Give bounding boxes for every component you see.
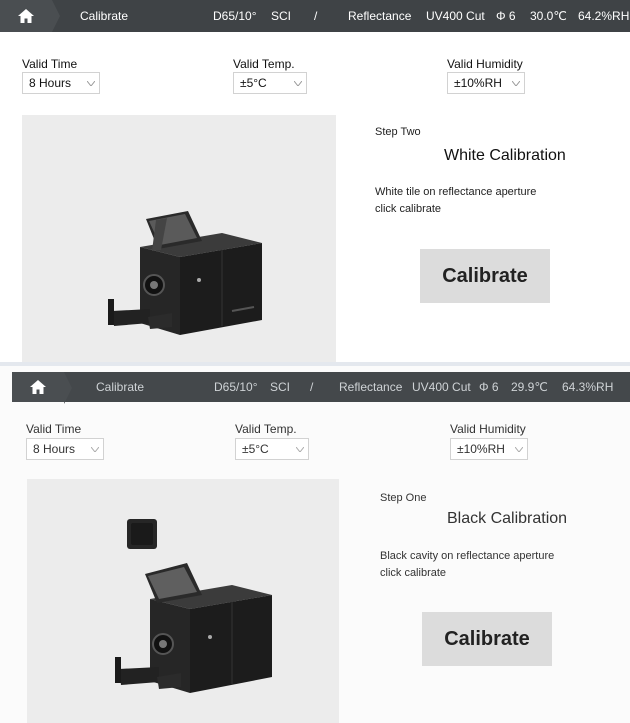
illuminant-setting[interactable]: D65/10°	[213, 0, 257, 32]
measure-type-setting[interactable]: Reflectance	[348, 0, 411, 32]
valid-time-value: 8 Hours	[29, 76, 72, 90]
valid-temp-value: ±5°C	[240, 76, 267, 90]
aperture-setting[interactable]: Φ 6	[496, 0, 516, 32]
uv-filter-setting[interactable]: UV400 Cut	[412, 372, 471, 402]
instrument-image	[27, 479, 339, 723]
valid-time-value: 8 Hours	[33, 442, 76, 456]
step-title: Black Calibration	[447, 510, 568, 527]
measure-type-setting[interactable]: Reflectance	[339, 372, 402, 402]
top-status-bar: Calibrate D65/10° SCI / Reflectance UV40…	[0, 0, 630, 32]
valid-humidity-select[interactable]: ±10%RH	[447, 72, 525, 94]
valid-temp-select[interactable]: ±5°C	[235, 438, 309, 460]
humidity-readout: 64.3%RH	[562, 380, 614, 394]
mode-setting[interactable]: SCI	[270, 372, 290, 402]
valid-humidity-label: Valid Humidity	[450, 422, 526, 436]
instruction-line-2: click calibrate	[375, 203, 442, 215]
instruction-line-1: Black cavity on reflectance aperture	[380, 550, 555, 562]
calibrate-button[interactable]: Calibrate	[422, 612, 552, 666]
valid-temp-label: Valid Temp.	[233, 57, 295, 71]
step-label: Step Two	[375, 126, 421, 138]
chevron-down-icon	[290, 80, 306, 86]
valid-humidity-select[interactable]: ±10%RH	[450, 438, 528, 460]
valid-time-select[interactable]: 8 Hours	[26, 438, 104, 460]
valid-temp-select[interactable]: ±5°C	[233, 72, 307, 94]
valid-temp-label: Valid Temp.	[235, 422, 297, 436]
instruction-line-1: White tile on reflectance aperture	[375, 186, 537, 198]
illuminant-setting[interactable]: D65/10°	[214, 372, 258, 402]
home-icon	[18, 9, 34, 23]
spectrophotometer-illustration	[108, 211, 262, 335]
valid-humidity-value: ±10%RH	[454, 76, 502, 90]
separator: /	[310, 380, 314, 394]
valid-humidity-value: ±10%RH	[457, 442, 505, 456]
chevron-down-icon	[292, 446, 308, 452]
chevron-down-icon	[511, 446, 527, 452]
step-label: Step One	[380, 492, 427, 504]
valid-humidity-label: Valid Humidity	[447, 57, 523, 71]
black-cavity-image	[127, 519, 157, 549]
valid-time-label: Valid Time	[26, 422, 82, 436]
step-title: White Calibration	[444, 147, 566, 164]
home-button[interactable]	[12, 372, 72, 404]
screen-title: Calibrate	[80, 9, 129, 23]
valid-time-label: Valid Time	[22, 57, 78, 71]
mode-setting[interactable]: SCI	[271, 0, 291, 32]
calibration-screen-white: Calibrate D65/10° SCI / Reflectance UV40…	[0, 0, 630, 362]
home-icon	[30, 380, 46, 394]
temperature-readout: 29.9℃	[511, 380, 548, 394]
screen-title: Calibrate	[96, 380, 145, 394]
separator: /	[314, 9, 318, 23]
calibrate-button[interactable]: Calibrate	[420, 249, 550, 303]
calibration-screen-black: Calibrate D65/10° SCI / Reflectance UV40…	[0, 366, 630, 723]
aperture-setting[interactable]: Φ 6	[479, 372, 499, 402]
chevron-down-icon	[87, 446, 103, 452]
chevron-down-icon	[508, 80, 524, 86]
chevron-down-icon	[83, 80, 99, 86]
home-button[interactable]	[0, 0, 60, 32]
valid-time-select[interactable]: 8 Hours	[22, 72, 100, 94]
uv-filter-setting[interactable]: UV400 Cut	[426, 0, 485, 32]
valid-temp-value: ±5°C	[242, 442, 269, 456]
instruction-line-2: click calibrate	[380, 567, 447, 579]
top-status-bar: Calibrate D65/10° SCI / Reflectance UV40…	[12, 372, 630, 404]
humidity-readout: 64.2%RH	[578, 9, 630, 23]
spectrophotometer-illustration	[115, 519, 272, 693]
temperature-readout: 30.0℃	[530, 9, 567, 23]
instrument-image	[22, 115, 336, 362]
